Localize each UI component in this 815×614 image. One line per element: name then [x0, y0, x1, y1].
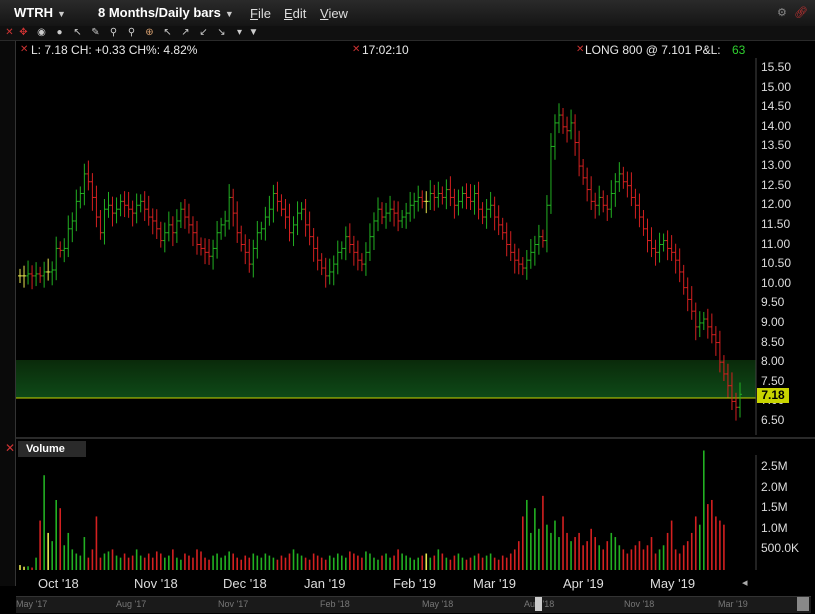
volume-tick-label: 2.0M: [761, 479, 788, 494]
price-tick-label: 15.00: [761, 79, 792, 94]
price-tick-label: 9.00: [761, 314, 785, 329]
navigator-label: Nov '18: [624, 599, 655, 609]
price-tick-label: 15.50: [761, 60, 792, 74]
price-tick-label: 14.00: [761, 118, 792, 133]
navigator-label: May '17: [16, 599, 48, 609]
position-band: [16, 360, 756, 398]
price-tick-label: 11.50: [761, 216, 791, 231]
navigator-handle[interactable]: [535, 597, 542, 611]
price-tick-label: 13.00: [761, 158, 792, 173]
price-tick-label: 10.50: [761, 256, 792, 271]
scroll-right-icon[interactable]: ◂: [742, 576, 748, 589]
month-label: Nov '18: [134, 576, 178, 591]
volume-tick-label: 1.0M: [761, 520, 788, 535]
price-tick-label: 14.50: [761, 99, 792, 114]
navigator-label: Mar '19: [718, 599, 748, 609]
volume-bars-group: [19, 450, 725, 570]
last-price-tag: 7.18: [757, 388, 789, 403]
price-tick-label: 7.50: [761, 373, 785, 388]
volume-tick-label: 2.5M: [761, 459, 788, 473]
month-label: Oct '18: [38, 576, 79, 591]
price-tick-label: 6.50: [761, 413, 785, 427]
price-tick-label: 12.50: [761, 177, 792, 192]
month-label: Feb '19: [393, 576, 436, 591]
navigator-label: Aug '17: [116, 599, 147, 609]
price-tick-label: 9.50: [761, 295, 785, 310]
navigator-handle-right[interactable]: [797, 597, 809, 611]
navigator-label: Feb '18: [320, 599, 350, 609]
month-label: Mar '19: [473, 576, 516, 591]
price-tick-label: 13.50: [761, 138, 792, 153]
price-tick-label: 12.00: [761, 197, 792, 212]
month-label: Dec '18: [223, 576, 267, 591]
volume-tick-label: 500.0K: [761, 541, 800, 556]
price-tick-label: 10.00: [761, 275, 792, 290]
month-label: Apr '19: [563, 576, 604, 591]
price-tick-label: 8.50: [761, 334, 785, 349]
close-icon[interactable]: ✕: [5, 441, 15, 455]
navigator-label: May '18: [422, 599, 454, 609]
price-tick-label: 8.00: [761, 354, 785, 369]
month-label: Jan '19: [304, 576, 346, 591]
price-tick-label: 11.00: [761, 236, 791, 251]
volume-tick-label: 1.5M: [761, 500, 788, 515]
month-label: May '19: [650, 576, 696, 591]
volume-title: Volume: [18, 441, 86, 457]
navigator-label: Nov '17: [218, 599, 249, 609]
price-chart[interactable]: [0, 0, 815, 614]
